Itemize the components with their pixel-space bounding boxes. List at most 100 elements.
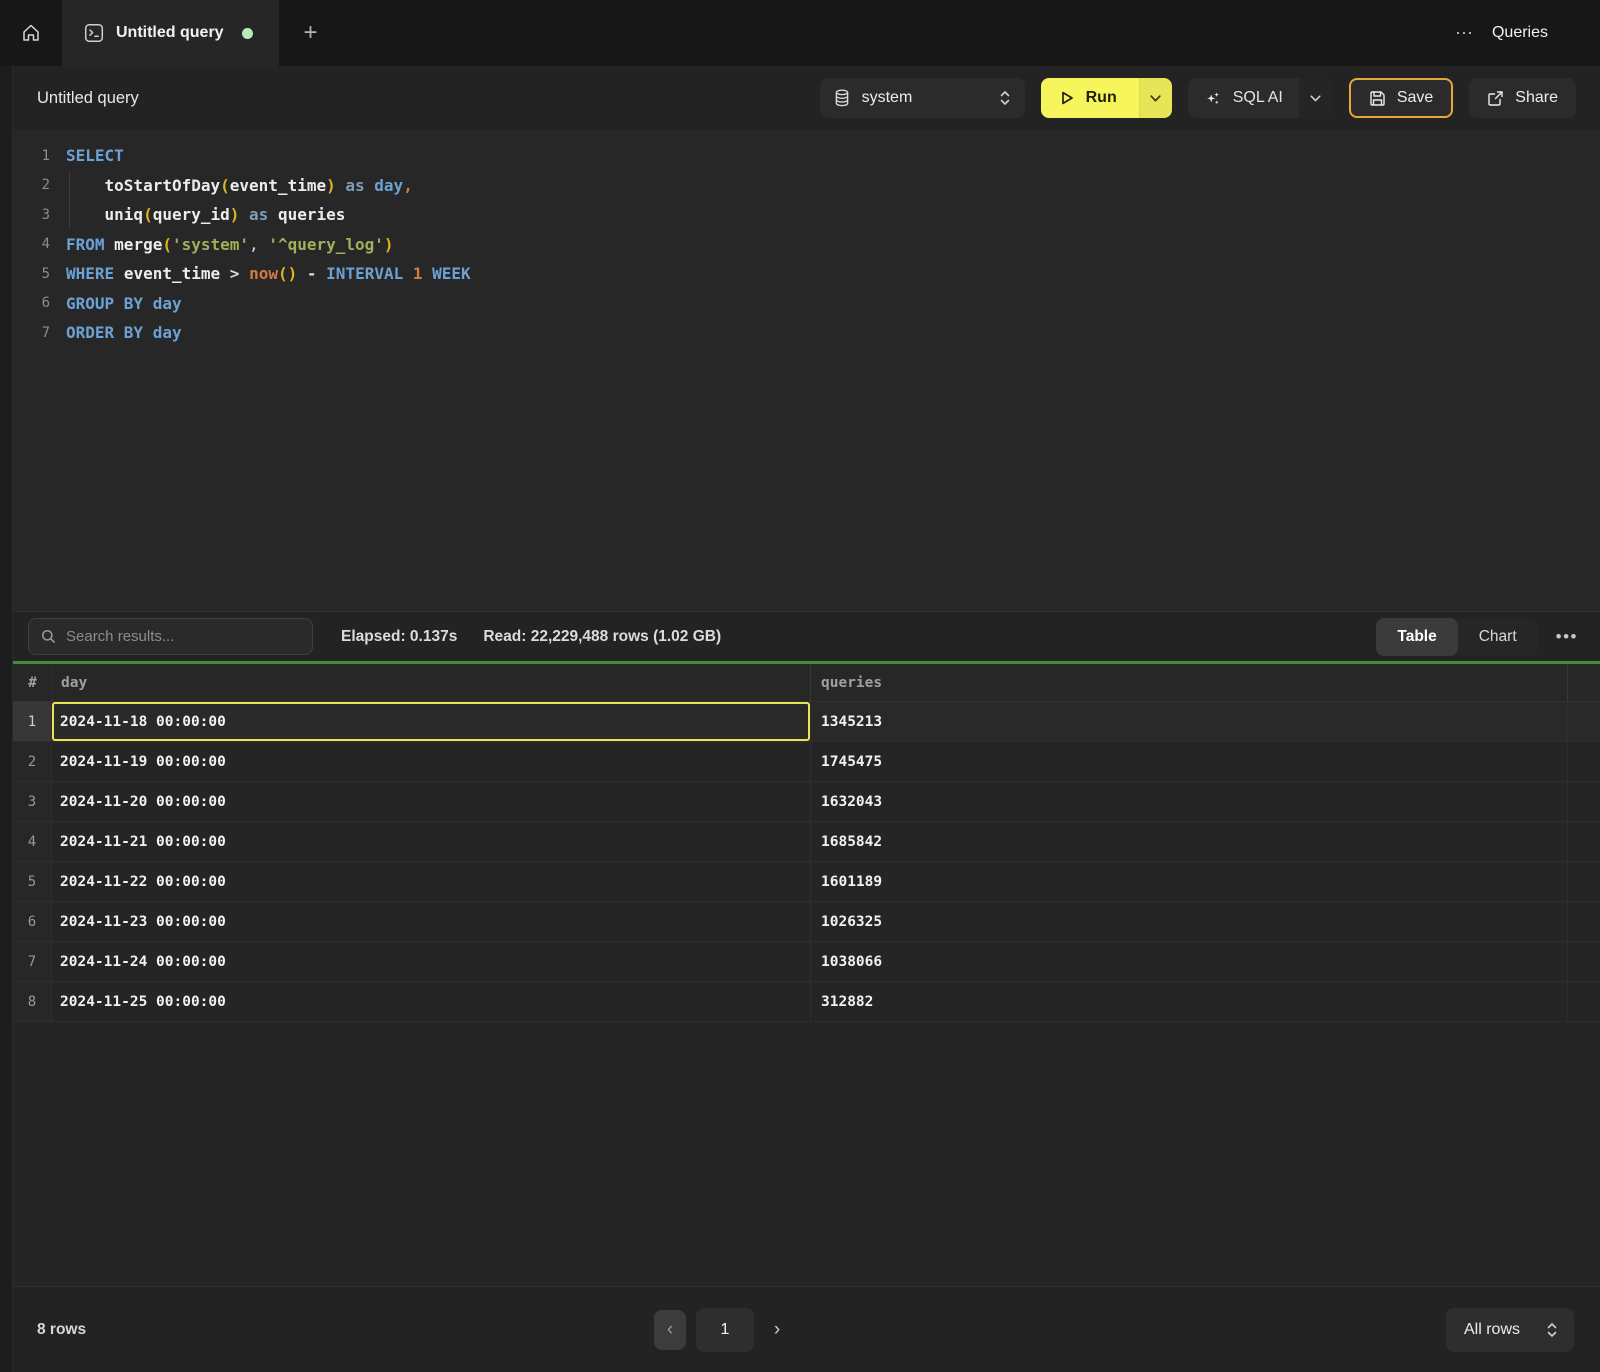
row-index[interactable]: 6 xyxy=(13,902,52,941)
sql-ai-options-button[interactable] xyxy=(1299,78,1333,118)
updown-chevron-icon xyxy=(1546,1322,1558,1338)
cell-queries[interactable]: 1345213 xyxy=(810,702,1568,741)
cell-day[interactable]: 2024-11-24 00:00:00 xyxy=(52,942,810,981)
cell-day[interactable]: 2024-11-18 00:00:00 xyxy=(52,702,810,741)
rows-per-page-value: All rows xyxy=(1464,1321,1520,1339)
code-line[interactable]: 5WHERE event_time > now() - INTERVAL 1 W… xyxy=(0,259,1600,289)
code-text: toStartOfDay(event_time) as day, xyxy=(66,176,413,195)
current-page-button[interactable]: 1 xyxy=(696,1308,754,1352)
search-results-input[interactable]: Search results... xyxy=(28,618,313,655)
cell-day[interactable]: 2024-11-21 00:00:00 xyxy=(52,822,810,861)
sql-editor[interactable]: 1 SELECT 2 toStartOfDay(event_time) as day… xyxy=(0,130,1600,611)
play-icon xyxy=(1059,90,1075,106)
view-toggle: Table Chart xyxy=(1376,618,1537,656)
cell-day[interactable]: 2024-11-20 00:00:00 xyxy=(52,782,810,821)
code-line[interactable]: 1 SELECT xyxy=(0,141,1600,171)
tab-table[interactable]: Table xyxy=(1376,618,1457,656)
search-icon xyxy=(41,629,56,644)
share-button[interactable]: Share xyxy=(1469,78,1576,118)
results-more-icon[interactable]: ••• xyxy=(1556,627,1578,647)
table-row: 52024-11-22 00:00:001601189 xyxy=(0,862,1600,902)
toolbar-actions: system Run xyxy=(820,78,1576,118)
cell-queries[interactable]: 1026325 xyxy=(810,902,1568,941)
column-header-queries[interactable]: queries xyxy=(810,664,1568,701)
line-number: 6 xyxy=(28,295,50,311)
cell-queries[interactable]: 1745475 xyxy=(810,742,1568,781)
terminal-icon xyxy=(84,23,104,43)
run-button[interactable]: Run xyxy=(1041,78,1139,118)
code-line[interactable]: 7 ORDER BY day xyxy=(0,318,1600,348)
row-index[interactable]: 8 xyxy=(13,982,52,1021)
code-text: ORDER BY day xyxy=(66,323,182,342)
run-button-label: Run xyxy=(1086,89,1117,107)
row-index[interactable]: 2 xyxy=(13,742,52,781)
row-index[interactable]: 4 xyxy=(13,822,52,861)
row-index[interactable]: 3 xyxy=(13,782,52,821)
prev-page-button[interactable]: ‹ xyxy=(654,1310,686,1350)
pagination: ‹ 1 › xyxy=(654,1308,790,1352)
line-number: 7 xyxy=(28,325,50,341)
tab-bar: Untitled query + ⋯ Queries xyxy=(0,0,1600,66)
row-index[interactable]: 1 xyxy=(13,702,52,741)
row-spacer xyxy=(1568,742,1600,781)
sidebar-more-icon[interactable]: ⋯ xyxy=(1455,24,1474,42)
tab-bar-right: ⋯ Queries xyxy=(1455,0,1600,66)
code-line[interactable]: 4FROM merge('system', '^query_log') xyxy=(0,230,1600,260)
cell-queries[interactable]: 1601189 xyxy=(810,862,1568,901)
next-page-button[interactable]: › xyxy=(764,1310,790,1350)
row-spacer xyxy=(1568,822,1600,861)
code-text: WHERE event_time > now() - INTERVAL 1 WE… xyxy=(66,264,471,283)
row-spacer xyxy=(1568,782,1600,821)
row-index[interactable]: 5 xyxy=(13,862,52,901)
column-header-index[interactable]: # xyxy=(13,664,52,701)
sparkles-icon xyxy=(1204,89,1222,107)
cell-queries[interactable]: 312882 xyxy=(810,982,1568,1021)
cell-day[interactable]: 2024-11-23 00:00:00 xyxy=(52,902,810,941)
database-select[interactable]: system xyxy=(820,78,1025,118)
queries-link[interactable]: Queries xyxy=(1492,24,1548,42)
cell-queries[interactable]: 1632043 xyxy=(810,782,1568,821)
cell-queries[interactable]: 1685842 xyxy=(810,822,1568,861)
table-row: 82024-11-25 00:00:00312882 xyxy=(0,982,1600,1022)
table-body: 12024-11-18 00:00:00134521322024-11-19 0… xyxy=(0,702,1600,1022)
results-toolbar-right: Table Chart ••• xyxy=(1376,618,1600,656)
row-spacer xyxy=(1568,862,1600,901)
code-text: uniq(query_id) as queries xyxy=(66,205,345,224)
row-spacer xyxy=(1568,902,1600,941)
new-tab-button[interactable]: + xyxy=(279,0,343,66)
table-row: 12024-11-18 00:00:001345213 xyxy=(0,702,1600,742)
elapsed-stat: Elapsed: 0.137s xyxy=(341,628,457,646)
line-number: 1 xyxy=(28,148,50,164)
sql-ai-button-group: SQL AI xyxy=(1188,78,1333,118)
column-header-day[interactable]: day xyxy=(52,664,810,701)
updown-chevron-icon xyxy=(999,90,1011,106)
cell-day[interactable]: 2024-11-19 00:00:00 xyxy=(52,742,810,781)
code-line[interactable]: 2 toStartOfDay(event_time) as day, xyxy=(0,171,1600,201)
sql-ai-button[interactable]: SQL AI xyxy=(1188,78,1299,118)
table-row: 42024-11-21 00:00:001685842 xyxy=(0,822,1600,862)
database-icon xyxy=(834,89,850,107)
table-empty-area xyxy=(0,1022,1600,1286)
save-button[interactable]: Save xyxy=(1349,78,1453,118)
code-line[interactable]: 6GROUP BY day xyxy=(0,289,1600,319)
code-line[interactable]: 3 uniq(query_id) as queries xyxy=(0,200,1600,230)
row-spacer xyxy=(1568,702,1600,741)
share-button-label: Share xyxy=(1515,89,1558,107)
row-spacer xyxy=(1568,982,1600,1021)
rows-per-page-select[interactable]: All rows xyxy=(1446,1308,1574,1352)
code-text: SELECT xyxy=(66,146,124,165)
table-row: 22024-11-19 00:00:001745475 xyxy=(0,742,1600,782)
results-footer: 8 rows ‹ 1 › All rows xyxy=(0,1286,1600,1372)
row-index[interactable]: 7 xyxy=(13,942,52,981)
home-button[interactable] xyxy=(0,0,62,66)
run-options-button[interactable] xyxy=(1139,78,1172,118)
tab-chart[interactable]: Chart xyxy=(1458,618,1538,656)
cell-day[interactable]: 2024-11-25 00:00:00 xyxy=(52,982,810,1021)
tab-untitled-query[interactable]: Untitled query xyxy=(62,0,279,66)
table-row: 32024-11-20 00:00:001632043 xyxy=(0,782,1600,822)
run-button-group: Run xyxy=(1041,78,1172,118)
cell-day[interactable]: 2024-11-22 00:00:00 xyxy=(52,862,810,901)
code-lines: 1 SELECT 2 toStartOfDay(event_time) as day… xyxy=(0,141,1600,348)
cell-queries[interactable]: 1038066 xyxy=(810,942,1568,981)
column-header-spacer xyxy=(1568,664,1600,701)
